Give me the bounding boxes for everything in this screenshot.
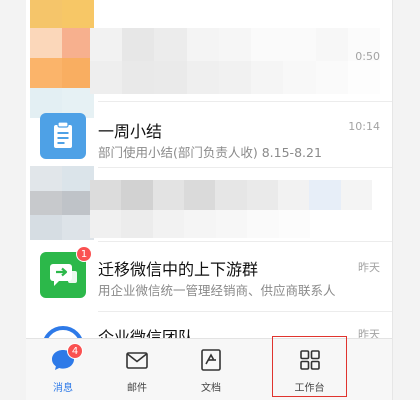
tab-mail[interactable]: 邮件: [100, 339, 174, 400]
document-icon: [201, 349, 221, 371]
wecom-team-avatar: [40, 324, 86, 338]
pixelated-avatar: [30, 166, 94, 240]
message-title: 一周小结: [98, 122, 163, 141]
message-item-weekly-summary[interactable]: 一周小结 部门使用小结(部门负责人收) 8.15-8.21 10:14: [26, 102, 392, 168]
message-title: 迁移微信中的上下游群: [98, 260, 259, 279]
team-icon: [41, 324, 85, 338]
tab-workbench[interactable]: 工作台: [272, 339, 347, 400]
pixelated-content: [90, 28, 380, 94]
message-item-blurred-1[interactable]: 0:50: [26, 0, 392, 118]
phone-screen: 0:50 一周小结 部门使用小结(部门负责人收) 8.15-8.21 10:14: [26, 0, 392, 400]
message-list[interactable]: 0:50 一周小结 部门使用小结(部门负责人收) 8.15-8.21 10:14: [26, 0, 392, 338]
tab-label: 消息: [53, 383, 73, 394]
message-item-wecom-team[interactable]: 企业微信团队 昨天: [26, 312, 392, 338]
workbench-grid-icon: [299, 350, 320, 370]
message-item-blurred-2[interactable]: [26, 166, 392, 242]
unread-count-badge: 4: [67, 343, 83, 359]
tab-label: 文档: [201, 383, 221, 394]
message-title: 企业微信团队: [98, 328, 195, 338]
tab-label: 工作台: [294, 383, 325, 394]
unread-badge: 1: [76, 246, 92, 262]
tab-documents[interactable]: 文档: [174, 339, 248, 400]
tab-messages[interactable]: 4 消息: [26, 339, 100, 400]
bottom-tab-bar: 4 消息 邮件 文档 工作台: [26, 338, 392, 400]
message-time: 昨天: [358, 328, 380, 338]
pixelated-content: [90, 210, 310, 238]
message-item-migrate-groups[interactable]: 1 迁移微信中的上下游群 用企业微信统一管理经销商、供应商联系人 昨天: [26, 242, 392, 312]
tab-label: 邮件: [127, 383, 147, 394]
message-preview: 用企业微信统一管理经销商、供应商联系人: [98, 283, 336, 298]
message-time: 昨天: [358, 261, 380, 274]
clipboard-icon: [40, 113, 86, 159]
pixelated-avatar: [30, 0, 94, 118]
mail-icon: [126, 352, 148, 369]
message-time: 10:14: [348, 120, 380, 133]
message-preview: 部门使用小结(部门负责人收) 8.15-8.21: [98, 145, 322, 160]
pixelated-content: [90, 180, 372, 210]
right-gutter: [392, 0, 420, 400]
weekly-summary-avatar: [40, 113, 86, 159]
message-time: 0:50: [355, 50, 380, 63]
